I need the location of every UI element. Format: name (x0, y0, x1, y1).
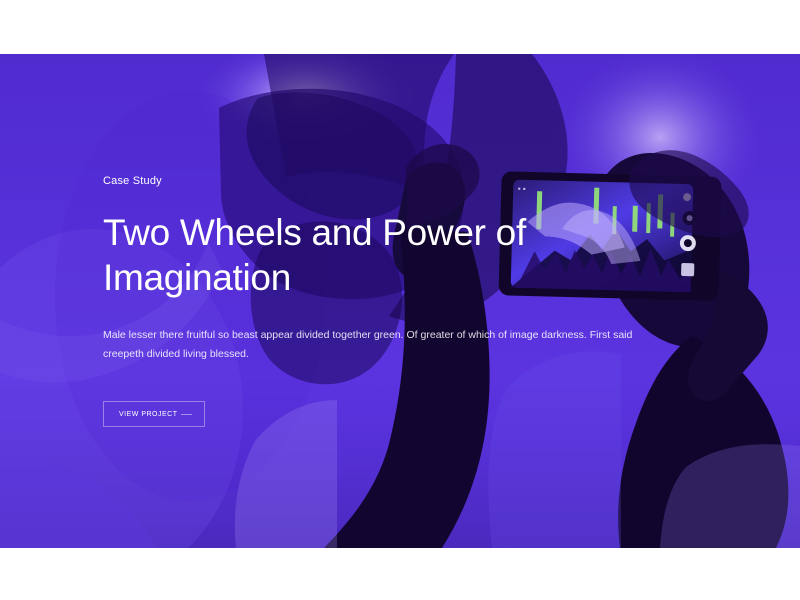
bottom-white-space (0, 548, 800, 600)
case-study-label: Case Study (103, 175, 162, 187)
hero-section: Case Study Two Wheels and Power of Imagi… (0, 54, 800, 548)
view-project-button[interactable]: VIEW PROJECT (103, 401, 205, 427)
concert-photo-background (0, 54, 800, 548)
hero-title: Two Wheels and Power of Imagination (103, 212, 526, 298)
arrow-line-icon (181, 414, 192, 415)
hero-description: Male lesser there fruitful so beast appe… (103, 329, 633, 360)
view-project-button-label: VIEW PROJECT (119, 410, 178, 418)
page: Case Study Two Wheels and Power of Imagi… (0, 0, 800, 600)
